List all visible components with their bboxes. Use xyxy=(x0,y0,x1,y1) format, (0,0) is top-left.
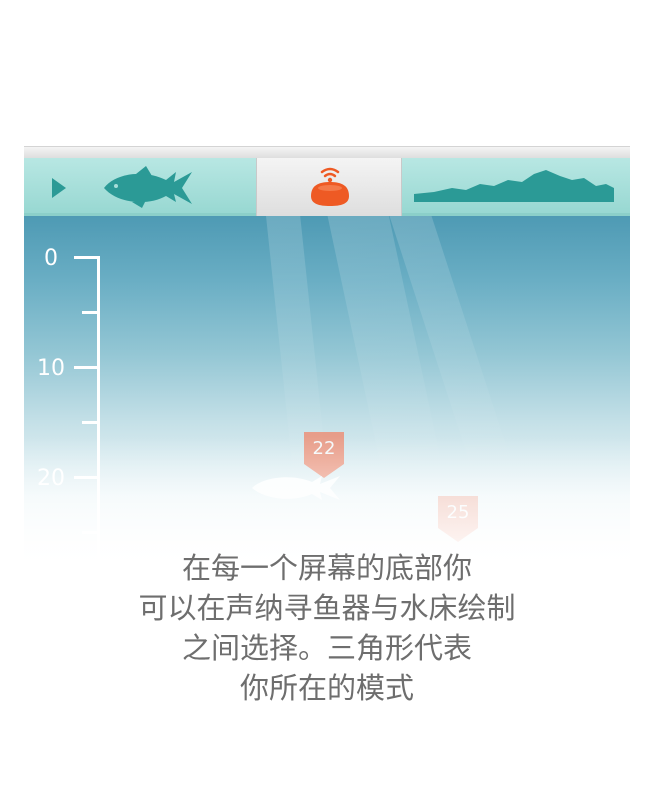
fish-icon xyxy=(104,166,192,208)
caption-line-3: 之间选择。三角形代表 xyxy=(181,631,472,665)
sonar-water-view: 0 10 20 22 xyxy=(24,216,630,576)
sonar-device-icon xyxy=(311,167,349,206)
tab-bottom-mapping-mode[interactable] xyxy=(402,158,630,216)
caption-line-2: 可以在声纳寻鱼器与水床绘制 xyxy=(138,591,516,625)
triangle-selector-icon xyxy=(52,178,66,198)
caption-line-4: 你所在的模式 xyxy=(239,671,414,705)
depth-tick-major xyxy=(74,256,100,259)
depth-tick-minor xyxy=(82,311,100,314)
depth-tick-major xyxy=(74,366,100,369)
mode-tabbar xyxy=(24,158,630,216)
depth-label-10: 10 xyxy=(37,356,65,381)
depth-tick-minor xyxy=(82,421,100,424)
app-screen-preview: 0 10 20 22 xyxy=(24,146,630,576)
bottom-contour-icon xyxy=(414,170,614,202)
tutorial-caption: 在每一个屏幕的底部你 可以在声纳寻鱼器与水床绘制 之间选择。三角形代表 你所在的… xyxy=(60,548,594,708)
depth-label-0: 0 xyxy=(44,246,58,271)
tab-sonar-mode[interactable] xyxy=(256,158,402,216)
tutorial-page: 0 10 20 22 xyxy=(0,0,654,785)
tab-fish-mode[interactable] xyxy=(24,158,256,216)
caption-line-1: 在每一个屏幕的底部你 xyxy=(181,551,472,585)
